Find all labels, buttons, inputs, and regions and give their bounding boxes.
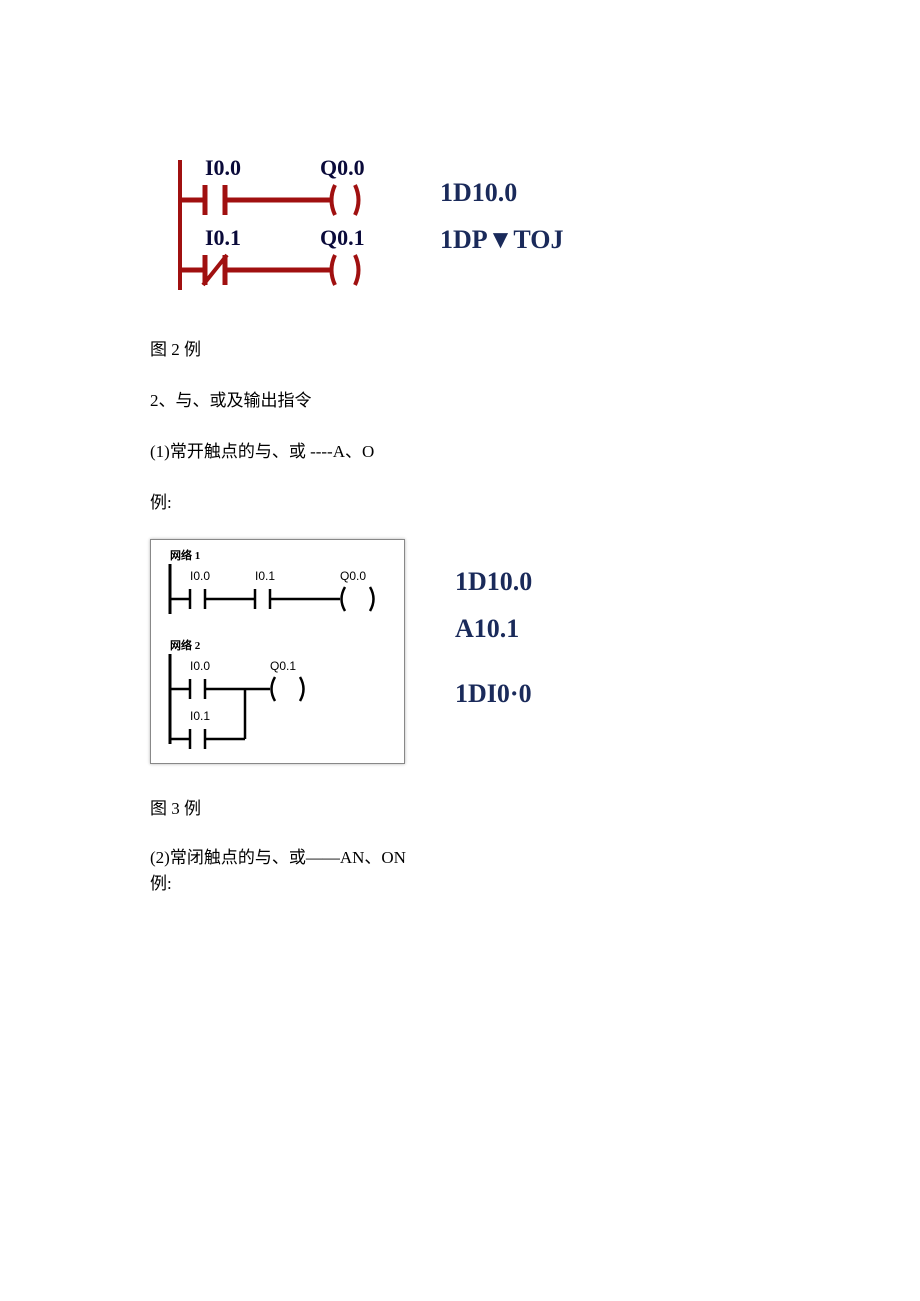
example-label-2: 例: — [150, 871, 770, 897]
caption-figure-3: 图 3 例 — [150, 794, 770, 819]
code1-line1: 1D10.0 — [440, 170, 564, 217]
code2-line3: 1DI0·0 — [455, 671, 532, 718]
ladder-diagram-2: 网络 1 I0.0 I0.1 Q0.0 网络 2 I0.0 — [150, 539, 405, 764]
heading-and-or-output: 2、与、或及输出指令 — [150, 386, 770, 411]
subheading-normally-closed: (2)常闭触点的与、或——AN、ON — [150, 845, 770, 871]
rung2-output-label: Q0.1 — [320, 225, 365, 250]
code1-line2: 1DP▼TOJ — [440, 217, 564, 264]
subheading-normally-open: (1)常开触点的与、或 ----A、O — [150, 437, 770, 462]
net1-label: 网络 1 — [170, 548, 200, 562]
net1-in2-label: I0.1 — [255, 569, 275, 583]
rung1-input-label: I0.0 — [205, 155, 241, 180]
ladder-diagram-1: I0.0 Q0.0 I0.1 Q0.1 — [150, 150, 390, 305]
rung1-output-label: Q0.0 — [320, 155, 365, 180]
net1-out-label: Q0.0 — [340, 569, 366, 583]
rung2-input-label: I0.1 — [205, 225, 241, 250]
code-block-1: 1D10.0 1DP▼TOJ — [440, 150, 564, 264]
net2-in1-label: I0.0 — [190, 659, 210, 673]
figure-2-row: 网络 1 I0.0 I0.1 Q0.0 网络 2 I0.0 — [150, 539, 770, 764]
figure-1-row: I0.0 Q0.0 I0.1 Q0.1 1D10.0 1DP▼TOJ — [150, 150, 770, 305]
net2-in2-label: I0.1 — [190, 709, 210, 723]
net2-out-label: Q0.1 — [270, 659, 296, 673]
net2-label: 网络 2 — [170, 638, 201, 652]
code-block-2: 1D10.0 A10.1 1DI0·0 — [455, 539, 532, 717]
code2-line1: 1D10.0 — [455, 559, 532, 606]
net1-in1-label: I0.0 — [190, 569, 210, 583]
example-label-1: 例: — [150, 488, 770, 513]
code2-line2: A10.1 — [455, 606, 532, 653]
caption-figure-2: 图 2 例 — [150, 335, 770, 360]
